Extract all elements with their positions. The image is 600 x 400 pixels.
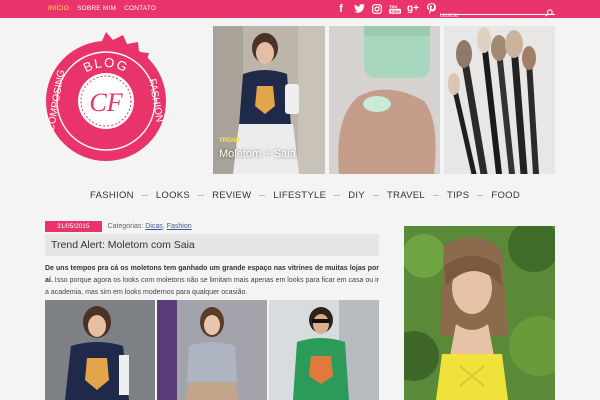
nav-divider (372, 195, 379, 196)
author-portrait (404, 226, 555, 400)
banner-title: Moletom + Saia (219, 148, 296, 160)
post-photo-3[interactable] (269, 300, 379, 400)
facebook-icon[interactable]: f (335, 2, 347, 15)
nav-review[interactable]: REVIEW (212, 190, 251, 201)
pinterest-icon[interactable] (425, 2, 437, 15)
post-photo-2[interactable] (157, 300, 267, 400)
banner-skincare-post[interactable] (329, 26, 440, 174)
search-input[interactable] (440, 11, 540, 21)
youtube-icon[interactable]: You Tube (389, 2, 401, 15)
banner-photo-cream (329, 26, 440, 174)
nav-divider (198, 195, 205, 196)
category-link-dicas[interactable]: Dicas (145, 223, 163, 230)
search-box (440, 4, 555, 21)
social-links: f You Tube g+ (335, 2, 437, 15)
nav-tips[interactable]: TIPS (447, 190, 469, 201)
post-photo-woman-green-sweater (269, 300, 379, 400)
post-body: De uns tempos pra cá os moletons tem gan… (45, 263, 379, 299)
post-photo-woman-tiger-sweater (45, 300, 155, 400)
top-nav-sobre-mim[interactable]: SOBRE MIM (77, 5, 116, 12)
post-title[interactable]: Trend Alert: Moletom com Saia (45, 234, 379, 256)
nav-fashion[interactable]: FASHION (90, 190, 134, 201)
instagram-icon[interactable] (371, 2, 383, 15)
google-plus-icon[interactable]: g+ (407, 2, 419, 15)
post-photo-1[interactable] (45, 300, 155, 400)
banner-brushes-post[interactable] (444, 26, 555, 174)
post-body-text: Isso porque agora os looks com moletons … (45, 277, 379, 296)
search-icon[interactable] (545, 4, 555, 17)
nav-diy[interactable]: DIY (348, 190, 365, 201)
top-nav: INÍCIO SOBRE MIM CONTATO (48, 5, 156, 12)
banner-tag: TREND (219, 138, 240, 144)
nav-divider (141, 195, 148, 196)
nav-lifestyle[interactable]: LIFESTYLE (273, 190, 326, 201)
banner-photo-brushes (444, 26, 555, 174)
banner-caption: TREND Moletom + Saia (219, 138, 296, 162)
nav-food[interactable]: FOOD (491, 190, 520, 201)
logo-monogram: CF (89, 88, 123, 117)
twitter-icon[interactable] (353, 2, 365, 15)
top-nav-inicio[interactable]: INÍCIO (48, 5, 69, 12)
main-nav: FASHION LOOKS REVIEW LIFESTYLE DIY TRAVE… (90, 190, 520, 201)
post-categories-label: Categorias: (107, 223, 144, 230)
nav-divider (259, 195, 266, 196)
nav-looks[interactable]: LOOKS (156, 190, 190, 201)
post-meta: 31/05/2015 Categorias: Dicas, Fashion (45, 221, 192, 232)
nav-travel[interactable]: TRAVEL (387, 190, 425, 201)
sidebar-author-photo[interactable] (404, 226, 555, 400)
svg-text:Tube: Tube (390, 9, 400, 14)
nav-divider (433, 195, 440, 196)
post-date: 31/05/2015 (45, 221, 102, 232)
nav-divider (477, 195, 484, 196)
category-link-fashion[interactable]: Fashion (167, 223, 192, 230)
blog-logo[interactable]: BLOG COMPOSING FASHION CF (45, 30, 167, 172)
banner-trend-post[interactable]: TREND Moletom + Saia (213, 26, 325, 174)
post-photo-woman-grey-sweater (157, 300, 267, 400)
top-nav-contato[interactable]: CONTATO (124, 5, 156, 12)
nav-divider (334, 195, 341, 196)
